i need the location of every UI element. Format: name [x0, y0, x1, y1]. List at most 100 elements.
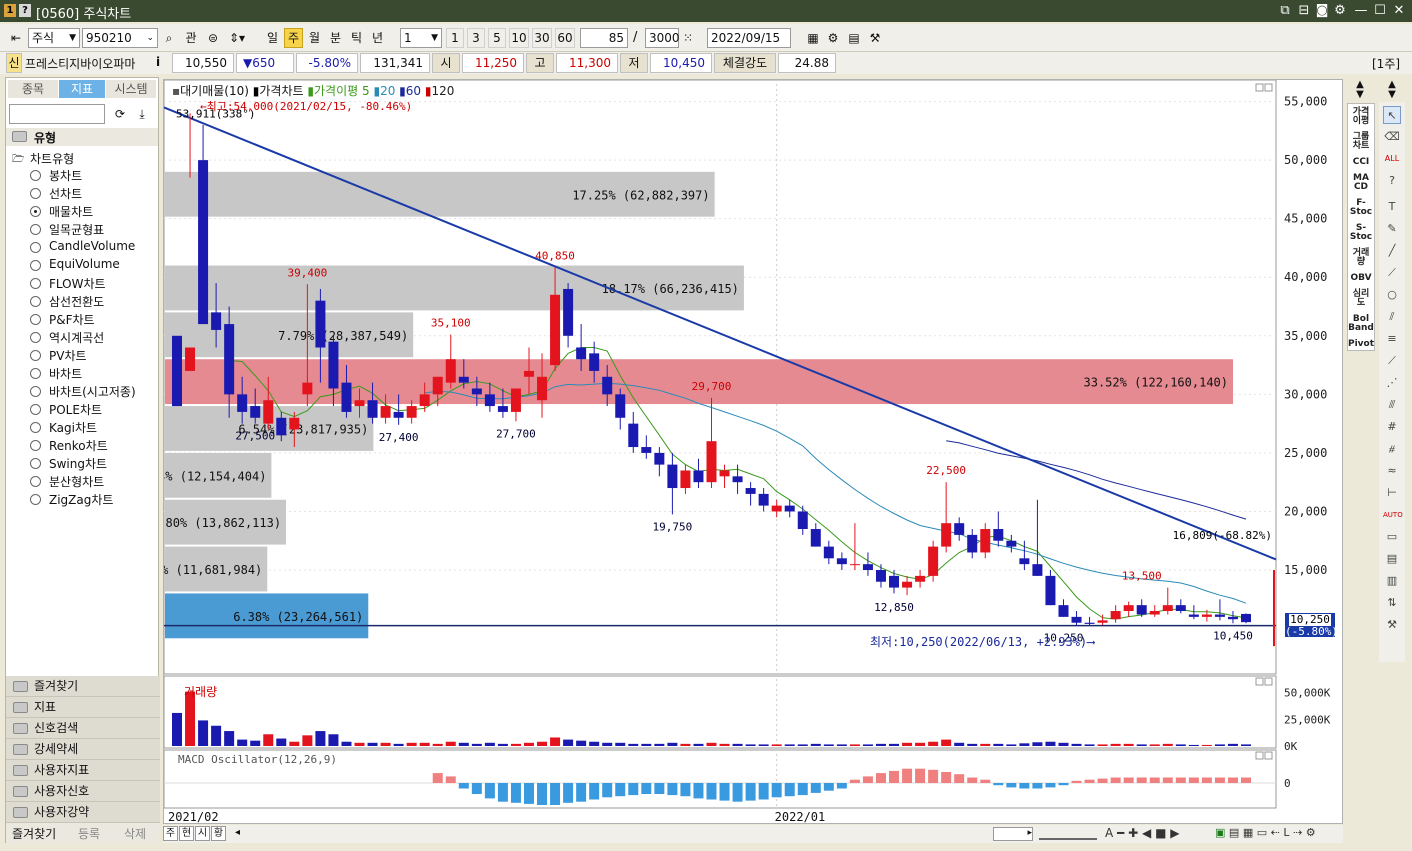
chart-type-item[interactable]: Kagi차트 [6, 418, 158, 436]
chart-icon[interactable]: ▦ [804, 28, 822, 48]
tab-indicator[interactable]: 지표 [59, 80, 105, 98]
settings-icon[interactable]: ⚙ [1331, 3, 1349, 19]
view-button[interactable]: 황 [211, 826, 226, 841]
folder-item[interactable]: 즐겨찾기 [6, 676, 160, 697]
interval-button[interactable]: 3 [467, 28, 485, 48]
view-button[interactable]: 시 [195, 826, 210, 841]
minimize-icon[interactable]: — [1352, 3, 1370, 19]
period-button[interactable]: 월 [305, 28, 324, 48]
window-icon[interactable]: ▭ [1383, 528, 1401, 546]
chart-type-item[interactable]: 삼선전환도 [6, 292, 158, 310]
tab-stock[interactable]: 종목 [8, 80, 58, 98]
legend-price[interactable]: 가격차트 [259, 84, 303, 98]
radio-button[interactable] [30, 188, 41, 199]
radio-button[interactable] [30, 494, 41, 505]
gwan-button[interactable]: 관 [181, 28, 201, 48]
interval-button[interactable]: 1 [446, 28, 464, 48]
date-select[interactable]: 2022/09/15▼ [707, 28, 791, 61]
indicator-shortcut[interactable]: MA CD [1348, 174, 1374, 192]
parallel-icon[interactable]: ⫻ [1383, 396, 1401, 414]
chart-type-item[interactable]: CandleVolume [6, 238, 158, 256]
play-icon[interactable]: ▶ [1170, 826, 1179, 840]
fan-icon[interactable]: ⋰ [1383, 374, 1401, 392]
updown-icon[interactable]: ⇕▾ [225, 28, 249, 48]
radio-button[interactable] [30, 170, 41, 181]
chart-canvas[interactable]: 55,000 50,000 45,000 40,000 35,000 30,000 25,0… [132, 79, 1344, 825]
radio-button[interactable] [30, 368, 41, 379]
zoom-slider[interactable] [1039, 826, 1097, 840]
auto-scale-icon[interactable]: A [1105, 826, 1113, 840]
indicator-shortcut[interactable]: F- Stoc [1348, 199, 1374, 217]
wrench-icon[interactable]: ⚒ [1383, 616, 1401, 634]
period-button[interactable]: 틱 [347, 28, 366, 48]
scroll-left-icon[interactable]: ◂ [235, 827, 240, 838]
chart-type-item[interactable]: POLE차트 [6, 400, 158, 418]
market-select[interactable]: 주식 ▼ [28, 28, 80, 48]
gear-icon[interactable]: ⚙ [824, 28, 842, 48]
chart-type-item[interactable]: ZigZag차트 [6, 490, 158, 508]
stop-icon[interactable]: ■ [1155, 826, 1166, 840]
camera-icon[interactable]: ◙ [1313, 3, 1331, 19]
radio-button[interactable] [30, 332, 41, 343]
save-icon[interactable]: ▤ [845, 28, 863, 48]
legend-ma20[interactable]: 20 [380, 84, 395, 98]
chart-mini-icon[interactable]: ▥ [1383, 572, 1401, 590]
first-icon[interactable]: ⇤ [6, 28, 26, 48]
chart-type-item[interactable]: 역시계곡선 [6, 328, 158, 346]
radio-button[interactable] [30, 440, 41, 451]
radio-button[interactable] [30, 206, 41, 217]
radio-button[interactable] [30, 404, 41, 415]
radio-button[interactable] [30, 350, 41, 361]
clipboard-icon[interactable]: ▤ [1383, 550, 1401, 568]
gann-icon[interactable]: ⟋ [1383, 352, 1401, 370]
settings-icon[interactable]: ⚙ [1306, 826, 1316, 839]
radio-button[interactable] [30, 476, 41, 487]
radio-button[interactable] [30, 260, 41, 271]
interval-button[interactable]: 30 [532, 28, 552, 48]
cycle-icon[interactable]: ≈ [1383, 462, 1401, 480]
folder-item[interactable]: 강세약세 [6, 739, 160, 760]
zoom-in-icon[interactable]: ✚ [1128, 826, 1138, 840]
scroll-up-icon[interactable]: ▲ ▼ [1347, 80, 1373, 100]
help-icon[interactable]: ? [19, 4, 31, 17]
forward-icon[interactable]: ⇢ [1293, 826, 1302, 839]
indicator-shortcut[interactable]: Pivot [1348, 340, 1374, 349]
indicator-shortcut[interactable]: Bol Band [1348, 315, 1374, 333]
radio-button[interactable] [30, 278, 41, 289]
legend-ma60[interactable]: 60 [406, 84, 421, 98]
scroll-up-icon[interactable]: ▲ ▼ [1379, 80, 1405, 100]
radio-button[interactable] [30, 296, 41, 307]
period-button[interactable]: 년 [368, 28, 387, 48]
period-button[interactable]: 분 [326, 28, 345, 48]
count-input[interactable]: 85 [580, 28, 628, 48]
excel-icon[interactable]: ▣ [1215, 826, 1225, 839]
line-icon[interactable]: ╱ [1383, 242, 1401, 260]
zoom-out-icon[interactable]: ━ [1117, 826, 1124, 840]
sort-icon[interactable]: ⇅ [1383, 594, 1401, 612]
legend-ma5[interactable]: 5 [362, 84, 370, 98]
view-button[interactable]: 현 [179, 826, 194, 841]
view-button[interactable]: 주 [163, 826, 178, 841]
link-icon[interactable]: ⧉ [1276, 3, 1294, 19]
chart-type-item[interactable]: PV차트 [6, 346, 158, 364]
period-button[interactable]: 일 [263, 28, 282, 48]
cursor-icon[interactable]: ↖ [1383, 106, 1401, 124]
chart-type-item[interactable]: 매물차트 [6, 202, 158, 220]
folder-item[interactable]: 사용자신호 [6, 781, 160, 802]
close-icon[interactable]: ✕ [1390, 3, 1408, 19]
chart-area[interactable]: 55,000 50,000 45,000 40,000 35,000 30,000 25,0… [132, 79, 1344, 825]
indicator-shortcut[interactable]: CCI [1348, 158, 1374, 167]
fibo-icon[interactable]: ⫽ [1383, 308, 1401, 326]
tab-system[interactable]: 시스템 [106, 80, 156, 98]
folder-item[interactable]: 사용자강약 [6, 802, 160, 823]
chart-type-item[interactable]: 분산형차트 [6, 472, 158, 490]
indicator-shortcut[interactable]: 그룹 차트 [1348, 133, 1374, 151]
interval-button[interactable]: 5 [488, 28, 506, 48]
tab-favorites[interactable]: 즐겨찾기 [12, 825, 56, 842]
indicator-shortcut[interactable]: 가격 이평 [1348, 108, 1374, 126]
radio-button[interactable] [30, 242, 41, 253]
help-icon[interactable]: ? [1383, 172, 1401, 190]
chart-type-item[interactable]: Swing차트 [6, 454, 158, 472]
chart-type-group[interactable]: 🗁 차트유형 [10, 149, 158, 167]
andrews-icon[interactable]: ⧣ [1383, 440, 1401, 458]
